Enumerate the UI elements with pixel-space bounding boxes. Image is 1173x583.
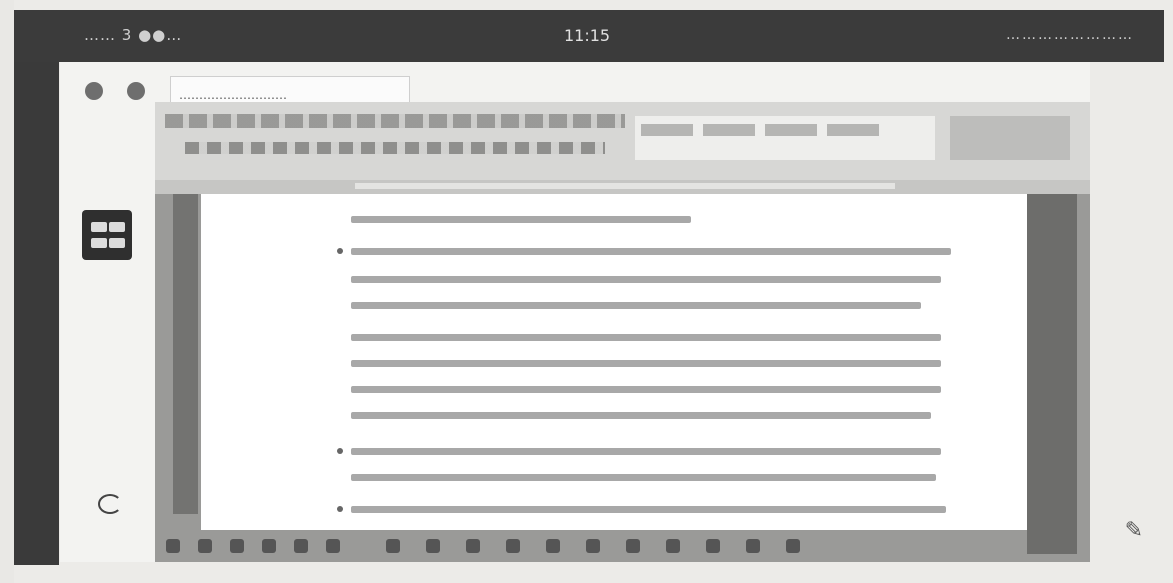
document-margin xyxy=(173,194,198,514)
tool-icon[interactable] xyxy=(706,539,720,553)
tool-icon[interactable] xyxy=(198,539,212,553)
text-line xyxy=(351,302,921,309)
ribbon-editing-group[interactable] xyxy=(950,116,1070,160)
ruler xyxy=(155,180,1090,194)
text-line xyxy=(351,448,941,455)
style-item[interactable] xyxy=(641,124,693,136)
tool-icon[interactable] xyxy=(786,539,800,553)
pen-icon[interactable]: ✎ xyxy=(1125,518,1143,543)
status-bar: …… 3 ●●… 11:15 …………………… xyxy=(14,10,1164,62)
style-item[interactable] xyxy=(765,124,817,136)
text-line xyxy=(351,412,931,419)
status-left-indicators: …… 3 ●●… xyxy=(84,26,183,44)
tool-icon[interactable] xyxy=(746,539,760,553)
tool-icon[interactable] xyxy=(386,539,400,553)
text-line xyxy=(351,334,941,341)
text-line xyxy=(351,386,941,393)
document-page[interactable] xyxy=(201,194,1027,530)
ribbon-formatting-row[interactable] xyxy=(185,142,605,154)
text-line xyxy=(351,360,941,367)
tool-icon[interactable] xyxy=(294,539,308,553)
tool-icon[interactable] xyxy=(326,539,340,553)
text-line xyxy=(351,506,946,513)
circle-icon[interactable] xyxy=(85,82,103,100)
screen-bezel xyxy=(0,0,14,583)
tool-icon[interactable] xyxy=(506,539,520,553)
bullet xyxy=(337,448,343,454)
tool-icon[interactable] xyxy=(262,539,276,553)
bottom-toolbar xyxy=(156,534,1056,560)
tool-icon[interactable] xyxy=(626,539,640,553)
ribbon-tools-row[interactable] xyxy=(165,114,625,128)
style-item[interactable] xyxy=(703,124,755,136)
status-clock: 11:15 xyxy=(564,26,611,45)
text-line xyxy=(351,248,951,255)
styles-gallery[interactable] xyxy=(635,116,935,160)
style-item[interactable] xyxy=(827,124,879,136)
main-window: ……………………… xyxy=(60,62,1090,562)
window-controls xyxy=(85,82,169,104)
tool-icon[interactable] xyxy=(666,539,680,553)
text-line xyxy=(351,216,691,223)
arc-icon xyxy=(98,494,122,514)
status-right-indicators: …………………… xyxy=(1006,27,1134,43)
circle-icon[interactable] xyxy=(127,82,145,100)
ribbon-toolbar[interactable] xyxy=(155,102,1090,180)
tool-icon[interactable] xyxy=(166,539,180,553)
word-processor-app xyxy=(155,102,1090,562)
bullet xyxy=(337,248,343,254)
grid-icon[interactable] xyxy=(82,210,132,260)
tool-icon[interactable] xyxy=(426,539,440,553)
tool-icon[interactable] xyxy=(230,539,244,553)
screen-frame xyxy=(14,10,59,565)
tool-icon[interactable] xyxy=(466,539,480,553)
text-line xyxy=(351,276,941,283)
vertical-scrollbar[interactable] xyxy=(1027,194,1077,554)
tool-icon[interactable] xyxy=(586,539,600,553)
tool-icon[interactable] xyxy=(546,539,560,553)
text-line xyxy=(351,474,936,481)
bullet xyxy=(337,506,343,512)
